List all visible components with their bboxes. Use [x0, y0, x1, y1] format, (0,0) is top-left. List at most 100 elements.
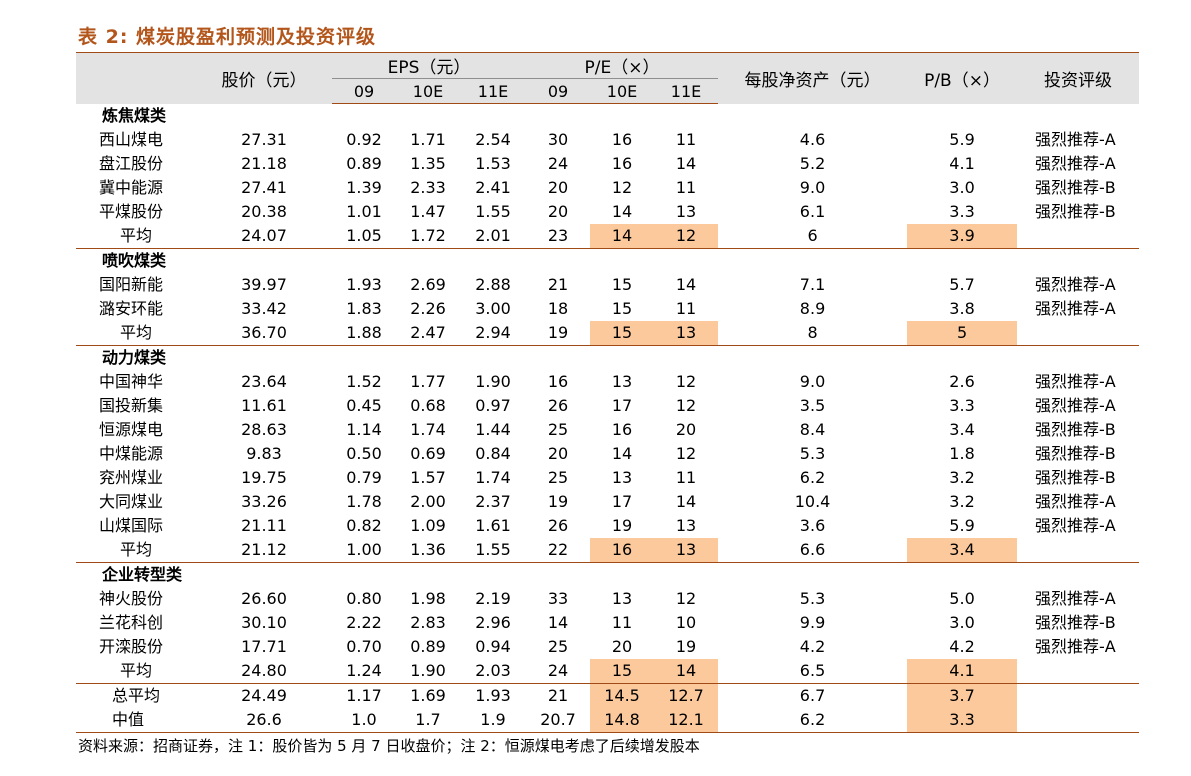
company-name: 西山煤电: [99, 130, 164, 149]
empty-cell: [332, 562, 396, 587]
pe-cell: 15: [611, 299, 633, 318]
pe-cell: 12: [675, 444, 697, 463]
empty-cell: [718, 248, 908, 273]
table-row: 兰花科创 30.10 2.22 2.83 2.96 14 11 10 9.9 3.0 强烈推荐-B: [76, 611, 1139, 635]
pb-cell: 3.7: [907, 683, 1018, 708]
eps-cell: 1.47: [410, 202, 446, 221]
eps-cell: 1.55: [475, 202, 511, 221]
pb-cell: 3.2: [949, 492, 975, 511]
rating-cell: 强烈推荐-B: [1035, 202, 1116, 221]
rating-cell: 强烈推荐-B: [1035, 178, 1116, 197]
pe-cell: 25: [547, 637, 569, 656]
header-company: [76, 52, 196, 104]
eps-cell: 1.88: [346, 323, 382, 342]
price-cell: 20.38: [241, 202, 287, 221]
eps-cell: 2.41: [475, 178, 511, 197]
empty-cell: [460, 248, 527, 273]
eps-cell: 0.94: [475, 637, 511, 656]
price-cell: 24.80: [241, 661, 287, 680]
eps-cell: 2.83: [410, 613, 446, 632]
table-row: 盘江股份 21.18 0.89 1.35 1.53 24 16 14 5.2 4.1 强烈推荐-A: [76, 152, 1139, 176]
bvps-cell: 6: [807, 226, 818, 245]
bvps-cell: 5.3: [799, 444, 826, 463]
pe-cell: 13: [675, 516, 697, 535]
eps-cell: 0.50: [346, 444, 382, 463]
avg-row: 平均 24.80 1.24 1.90 2.03 24 15 14 6.5 4.1: [76, 659, 1139, 684]
rating-cell: 强烈推荐-A: [1035, 372, 1116, 391]
eps-cell: 1.77: [410, 372, 446, 391]
rating-cell: 强烈推荐-B: [1035, 420, 1116, 439]
company-name: 国投新集: [99, 396, 164, 415]
bvps-cell: 6.1: [799, 202, 826, 221]
pe-cell: 18: [547, 299, 569, 318]
bvps-cell: 8.9: [799, 299, 826, 318]
company-name: 中煤能源: [99, 444, 164, 463]
table-row: 中国神华 23.64 1.52 1.77 1.90 16 13 12 9.0 2.6 强烈推荐-A: [76, 370, 1139, 394]
eps-cell: 1.74: [410, 420, 446, 439]
pe-cell: 20: [675, 420, 697, 439]
eps-cell: 0.79: [346, 468, 382, 487]
pe-cell: 17: [611, 492, 633, 511]
eps-cell: 1.55: [475, 540, 511, 559]
pe-cell: 16: [611, 130, 633, 149]
company-name: 大同煤业: [99, 492, 164, 511]
table-row: 兖州煤业 19.75 0.79 1.57 1.74 25 13 11 6.2 3.2 强烈推荐-B: [76, 466, 1139, 490]
company-name: 兖州煤业: [99, 468, 164, 487]
empty-cell: [526, 248, 591, 273]
pe-cell: 12: [675, 589, 697, 608]
price-cell: 30.10: [241, 613, 287, 632]
eps-cell: 1.93: [460, 683, 527, 708]
company-name: 平煤股份: [99, 202, 164, 221]
eps-cell: 1.57: [410, 468, 446, 487]
eps-cell: 1.83: [346, 299, 382, 318]
eps-cell: 1.9: [460, 708, 527, 733]
price-cell: 36.70: [241, 323, 287, 342]
pe-cell: 14: [547, 613, 569, 632]
bvps-cell: 3.5: [799, 396, 826, 415]
eps-cell: 2.19: [475, 589, 511, 608]
empty-cell: [590, 248, 655, 273]
pe-cell: 14: [675, 154, 697, 173]
table-row: 神火股份 26.60 0.80 1.98 2.19 33 13 12 5.3 5.0 强烈推荐-A: [76, 587, 1139, 611]
pe-cell: 13: [611, 468, 633, 487]
empty-cell: [332, 345, 396, 370]
table-row: 国阳新能 39.97 1.93 2.69 2.88 21 15 14 7.1 5.7 强烈推荐-A: [76, 273, 1139, 297]
empty-cell: [907, 104, 1017, 129]
rating-cell: [1017, 224, 1139, 249]
table-row: 国投新集 11.61 0.45 0.68 0.97 26 17 12 3.5 3.3 强烈推荐-A: [76, 394, 1139, 418]
pe-cell: 10: [675, 613, 697, 632]
company-name: 平均: [120, 661, 153, 680]
pe-cell: 14: [654, 659, 719, 684]
eps-cell: 1.53: [475, 154, 511, 173]
bvps-cell: 10.4: [794, 492, 831, 511]
bvps-cell: 7.1: [799, 275, 826, 294]
empty-cell: [1017, 345, 1140, 370]
bvps-cell: 3.6: [799, 516, 826, 535]
eps-cell: 0.70: [346, 637, 382, 656]
eps-cell: 1.74: [475, 468, 511, 487]
pe-cell: 11: [675, 299, 697, 318]
header-eps: EPS（元）: [332, 52, 527, 79]
pe-cell: 22: [547, 540, 569, 559]
bvps-cell: 9.9: [799, 613, 826, 632]
empty-cell: [590, 562, 655, 587]
price-cell: 23.64: [241, 372, 287, 391]
rating-cell: 强烈推荐-A: [1035, 396, 1116, 415]
eps-cell: 1.36: [410, 540, 446, 559]
empty-cell: [460, 345, 527, 370]
empty-cell: [1017, 248, 1140, 273]
empty-cell: [332, 104, 396, 129]
rating-cell: 强烈推荐-B: [1035, 468, 1116, 487]
bvps-cell: 8.4: [799, 420, 826, 439]
pe-cell: 11: [675, 130, 697, 149]
pe-cell: 13: [654, 538, 719, 563]
rating-cell: 强烈推荐-A: [1035, 130, 1116, 149]
eps-cell: 1.14: [346, 420, 382, 439]
pe-cell: 14: [611, 444, 633, 463]
rating-cell: 强烈推荐-A: [1035, 299, 1116, 318]
company-name: 国阳新能: [99, 275, 164, 294]
pe-cell: 15: [590, 659, 655, 684]
eps-cell: 0.89: [346, 154, 382, 173]
pe-cell: 14.8: [590, 708, 655, 733]
section-header-row: 炼焦煤类: [76, 104, 1139, 129]
